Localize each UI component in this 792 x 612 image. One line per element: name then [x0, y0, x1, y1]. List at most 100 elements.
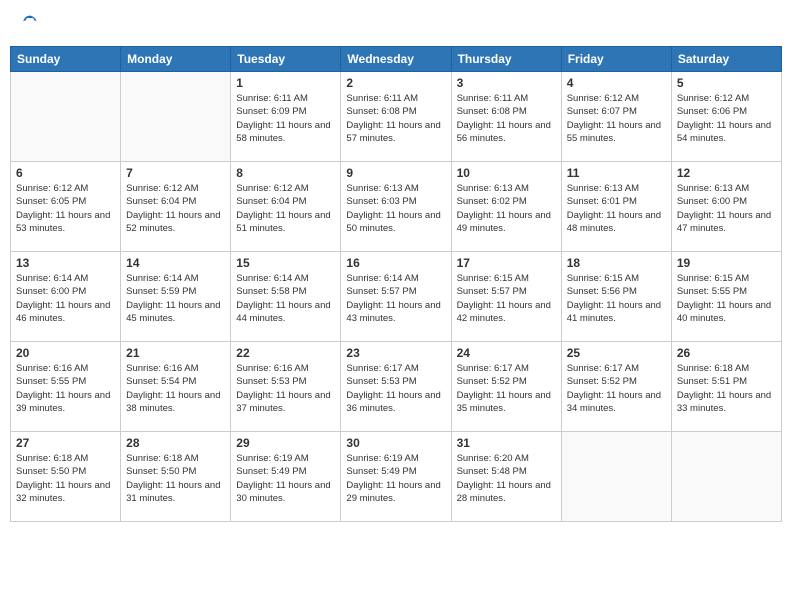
- calendar-cell: 24 Sunrise: 6:17 AM Sunset: 5:52 PM Dayl…: [451, 342, 561, 432]
- day-number: 28: [126, 436, 225, 450]
- day-info: Sunrise: 6:12 AM Sunset: 6:07 PM Dayligh…: [567, 92, 666, 145]
- calendar-cell: 22 Sunrise: 6:16 AM Sunset: 5:53 PM Dayl…: [231, 342, 341, 432]
- daylight-text: Daylight: 11 hours and 45 minutes.: [126, 300, 220, 324]
- day-number: 27: [16, 436, 115, 450]
- calendar-cell: 31 Sunrise: 6:20 AM Sunset: 5:48 PM Dayl…: [451, 432, 561, 522]
- daylight-text: Daylight: 11 hours and 28 minutes.: [457, 480, 551, 504]
- day-info: Sunrise: 6:18 AM Sunset: 5:50 PM Dayligh…: [16, 452, 115, 505]
- day-info: Sunrise: 6:13 AM Sunset: 6:00 PM Dayligh…: [677, 182, 776, 235]
- daylight-text: Daylight: 11 hours and 31 minutes.: [126, 480, 220, 504]
- sunset-text: Sunset: 6:09 PM: [236, 106, 306, 117]
- calendar-cell: 3 Sunrise: 6:11 AM Sunset: 6:08 PM Dayli…: [451, 72, 561, 162]
- sunset-text: Sunset: 5:53 PM: [236, 376, 306, 387]
- daylight-text: Daylight: 11 hours and 33 minutes.: [677, 390, 771, 414]
- weekday-header-wednesday: Wednesday: [341, 47, 451, 72]
- sunset-text: Sunset: 5:59 PM: [126, 286, 196, 297]
- daylight-text: Daylight: 11 hours and 30 minutes.: [236, 480, 330, 504]
- day-number: 29: [236, 436, 335, 450]
- day-number: 1: [236, 76, 335, 90]
- day-number: 9: [346, 166, 445, 180]
- daylight-text: Daylight: 11 hours and 44 minutes.: [236, 300, 330, 324]
- day-info: Sunrise: 6:14 AM Sunset: 5:58 PM Dayligh…: [236, 272, 335, 325]
- sunrise-text: Sunrise: 6:13 AM: [346, 183, 418, 194]
- sunrise-text: Sunrise: 6:11 AM: [236, 93, 308, 104]
- weekday-header-thursday: Thursday: [451, 47, 561, 72]
- daylight-text: Daylight: 11 hours and 58 minutes.: [236, 120, 330, 144]
- weekday-header-saturday: Saturday: [671, 47, 781, 72]
- calendar-cell: 1 Sunrise: 6:11 AM Sunset: 6:09 PM Dayli…: [231, 72, 341, 162]
- sunrise-text: Sunrise: 6:16 AM: [126, 363, 198, 374]
- day-info: Sunrise: 6:17 AM Sunset: 5:52 PM Dayligh…: [567, 362, 666, 415]
- sunrise-text: Sunrise: 6:12 AM: [16, 183, 88, 194]
- daylight-text: Daylight: 11 hours and 42 minutes.: [457, 300, 551, 324]
- calendar-cell: 26 Sunrise: 6:18 AM Sunset: 5:51 PM Dayl…: [671, 342, 781, 432]
- sunset-text: Sunset: 6:00 PM: [677, 196, 747, 207]
- calendar-cell: 21 Sunrise: 6:16 AM Sunset: 5:54 PM Dayl…: [121, 342, 231, 432]
- calendar-cell: 15 Sunrise: 6:14 AM Sunset: 5:58 PM Dayl…: [231, 252, 341, 342]
- calendar-cell: [11, 72, 121, 162]
- daylight-text: Daylight: 11 hours and 51 minutes.: [236, 210, 330, 234]
- calendar-cell: 16 Sunrise: 6:14 AM Sunset: 5:57 PM Dayl…: [341, 252, 451, 342]
- day-info: Sunrise: 6:17 AM Sunset: 5:53 PM Dayligh…: [346, 362, 445, 415]
- sunset-text: Sunset: 5:54 PM: [126, 376, 196, 387]
- sunrise-text: Sunrise: 6:15 AM: [677, 273, 749, 284]
- daylight-text: Daylight: 11 hours and 38 minutes.: [126, 390, 220, 414]
- sunrise-text: Sunrise: 6:18 AM: [126, 453, 198, 464]
- day-number: 17: [457, 256, 556, 270]
- calendar-week-row: 27 Sunrise: 6:18 AM Sunset: 5:50 PM Dayl…: [11, 432, 782, 522]
- calendar-cell: 4 Sunrise: 6:12 AM Sunset: 6:07 PM Dayli…: [561, 72, 671, 162]
- weekday-header-row: SundayMondayTuesdayWednesdayThursdayFrid…: [11, 47, 782, 72]
- page-header: [10, 10, 782, 38]
- sunrise-text: Sunrise: 6:13 AM: [567, 183, 639, 194]
- day-info: Sunrise: 6:15 AM Sunset: 5:55 PM Dayligh…: [677, 272, 776, 325]
- daylight-text: Daylight: 11 hours and 47 minutes.: [677, 210, 771, 234]
- day-number: 14: [126, 256, 225, 270]
- sunrise-text: Sunrise: 6:19 AM: [346, 453, 418, 464]
- sunset-text: Sunset: 5:50 PM: [126, 466, 196, 477]
- sunset-text: Sunset: 5:50 PM: [16, 466, 86, 477]
- day-info: Sunrise: 6:11 AM Sunset: 6:09 PM Dayligh…: [236, 92, 335, 145]
- day-info: Sunrise: 6:15 AM Sunset: 5:56 PM Dayligh…: [567, 272, 666, 325]
- sunrise-text: Sunrise: 6:14 AM: [126, 273, 198, 284]
- sunset-text: Sunset: 5:52 PM: [457, 376, 527, 387]
- day-info: Sunrise: 6:11 AM Sunset: 6:08 PM Dayligh…: [457, 92, 556, 145]
- daylight-text: Daylight: 11 hours and 41 minutes.: [567, 300, 661, 324]
- day-info: Sunrise: 6:16 AM Sunset: 5:53 PM Dayligh…: [236, 362, 335, 415]
- calendar-cell: 9 Sunrise: 6:13 AM Sunset: 6:03 PM Dayli…: [341, 162, 451, 252]
- daylight-text: Daylight: 11 hours and 34 minutes.: [567, 390, 661, 414]
- daylight-text: Daylight: 11 hours and 49 minutes.: [457, 210, 551, 234]
- daylight-text: Daylight: 11 hours and 57 minutes.: [346, 120, 440, 144]
- calendar-table: SundayMondayTuesdayWednesdayThursdayFrid…: [10, 46, 782, 522]
- sunset-text: Sunset: 6:02 PM: [457, 196, 527, 207]
- daylight-text: Daylight: 11 hours and 48 minutes.: [567, 210, 661, 234]
- calendar-cell: 2 Sunrise: 6:11 AM Sunset: 6:08 PM Dayli…: [341, 72, 451, 162]
- weekday-header-friday: Friday: [561, 47, 671, 72]
- sunset-text: Sunset: 5:55 PM: [677, 286, 747, 297]
- sunset-text: Sunset: 6:07 PM: [567, 106, 637, 117]
- sunrise-text: Sunrise: 6:16 AM: [236, 363, 308, 374]
- calendar-cell: 14 Sunrise: 6:14 AM Sunset: 5:59 PM Dayl…: [121, 252, 231, 342]
- sunrise-text: Sunrise: 6:12 AM: [126, 183, 198, 194]
- sunrise-text: Sunrise: 6:14 AM: [346, 273, 418, 284]
- day-info: Sunrise: 6:11 AM Sunset: 6:08 PM Dayligh…: [346, 92, 445, 145]
- day-info: Sunrise: 6:14 AM Sunset: 5:57 PM Dayligh…: [346, 272, 445, 325]
- calendar-cell: 23 Sunrise: 6:17 AM Sunset: 5:53 PM Dayl…: [341, 342, 451, 432]
- day-info: Sunrise: 6:12 AM Sunset: 6:05 PM Dayligh…: [16, 182, 115, 235]
- sunrise-text: Sunrise: 6:17 AM: [457, 363, 529, 374]
- daylight-text: Daylight: 11 hours and 55 minutes.: [567, 120, 661, 144]
- day-info: Sunrise: 6:18 AM Sunset: 5:51 PM Dayligh…: [677, 362, 776, 415]
- daylight-text: Daylight: 11 hours and 32 minutes.: [16, 480, 110, 504]
- day-info: Sunrise: 6:17 AM Sunset: 5:52 PM Dayligh…: [457, 362, 556, 415]
- day-info: Sunrise: 6:15 AM Sunset: 5:57 PM Dayligh…: [457, 272, 556, 325]
- calendar-week-row: 20 Sunrise: 6:16 AM Sunset: 5:55 PM Dayl…: [11, 342, 782, 432]
- sunset-text: Sunset: 6:01 PM: [567, 196, 637, 207]
- daylight-text: Daylight: 11 hours and 35 minutes.: [457, 390, 551, 414]
- day-number: 15: [236, 256, 335, 270]
- weekday-header-monday: Monday: [121, 47, 231, 72]
- calendar-cell: 13 Sunrise: 6:14 AM Sunset: 6:00 PM Dayl…: [11, 252, 121, 342]
- day-info: Sunrise: 6:13 AM Sunset: 6:03 PM Dayligh…: [346, 182, 445, 235]
- calendar-week-row: 6 Sunrise: 6:12 AM Sunset: 6:05 PM Dayli…: [11, 162, 782, 252]
- day-number: 6: [16, 166, 115, 180]
- day-number: 31: [457, 436, 556, 450]
- sunset-text: Sunset: 6:05 PM: [16, 196, 86, 207]
